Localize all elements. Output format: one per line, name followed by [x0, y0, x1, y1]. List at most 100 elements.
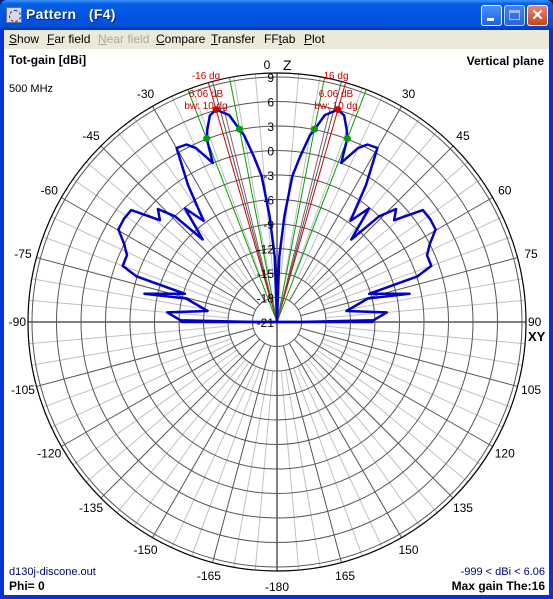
grid-minor-spoke: [254, 370, 274, 571]
ring-label: -21: [257, 316, 275, 330]
grid-minor-spoke: [321, 216, 503, 302]
axis-label-z: Z: [283, 57, 292, 73]
angle-label: 165: [335, 569, 355, 583]
ring-label: -12: [257, 243, 275, 257]
half-power-marker: [236, 125, 244, 133]
axis-label-xy: XY: [528, 329, 546, 344]
grid-minor-spoke: [171, 366, 257, 548]
angle-label: -90: [9, 315, 27, 329]
angle-label: 0: [264, 58, 271, 72]
ring-label: 3: [267, 120, 274, 134]
polar-chart: 03045607590105120135150165-180-165-150-1…: [9, 57, 546, 594]
angle-label: 135: [453, 501, 473, 515]
grid-minor-spoke: [133, 117, 250, 283]
marker-annotation: bw: 10 dg: [314, 101, 357, 112]
grid-minor-spoke: [308, 359, 438, 514]
grid-minor-spoke: [314, 161, 469, 291]
ring-label: 6: [267, 96, 274, 110]
grid-minor-spoke: [321, 342, 503, 428]
grid-minor-spoke: [116, 130, 246, 285]
grid-minor-spoke: [280, 370, 300, 571]
grid-minor-spoke: [325, 325, 526, 345]
pattern-window: Pattern (F4) ✕ Show Far field Near field Co…: [0, 0, 553, 599]
grid-minor-spoke: [304, 117, 421, 283]
angle-label: 120: [495, 447, 515, 461]
menu-transfer[interactable]: Transfer: [211, 32, 255, 46]
phi-label: Phi= 0: [9, 579, 45, 593]
marker-annotation: 16 dg: [323, 71, 348, 82]
angle-label: 105: [521, 383, 541, 397]
quantity-label: Tot-gain [dBi]: [9, 53, 87, 67]
grid-minor-spoke: [308, 130, 438, 285]
angle-label: -165: [197, 569, 221, 583]
marker-annotation: 6.06 dB: [319, 89, 354, 100]
title-bar[interactable]: Pattern (F4) ✕: [0, 0, 553, 30]
maximize-button[interactable]: [504, 5, 525, 26]
grid-minor-spoke: [316, 349, 482, 466]
close-button[interactable]: ✕: [527, 5, 548, 26]
angle-label: 45: [456, 129, 470, 143]
half-power-marker: [203, 135, 211, 143]
file-name: d130j-discone.out: [9, 566, 96, 578]
ring-label: -15: [257, 267, 275, 281]
menu-plot[interactable]: Plot: [304, 32, 325, 46]
angle-label: 30: [402, 87, 416, 101]
angle-label: 60: [498, 184, 512, 198]
grid-minor-spoke: [314, 353, 469, 483]
ring-label: -6: [263, 194, 274, 208]
plot-area[interactable]: 0 30 45 60 75 90 105 120 135 150 165 -180 -165 -150 -1…: [4, 49, 549, 595]
grid-minor-spoke: [85, 161, 240, 291]
angle-label: -75: [14, 247, 32, 261]
max-gain-label: Max gain The:16: [451, 579, 545, 593]
grid-minor-spoke: [72, 349, 238, 466]
grid-minor-spoke: [51, 216, 233, 302]
angle-label: -105: [11, 383, 35, 397]
grid-minor-spoke: [116, 359, 246, 514]
grid-minor-spoke: [133, 361, 250, 527]
ring-label: 9: [267, 71, 274, 85]
gain-range: -999 < dBi < 6.06: [460, 566, 545, 578]
window-frame-right: [549, 30, 553, 599]
angle-label: -180: [265, 580, 289, 594]
angle-label: -120: [37, 447, 61, 461]
app-icon[interactable]: [6, 7, 22, 23]
grid-minor-spoke: [51, 342, 233, 428]
menu-near-field[interactable]: Near field: [98, 32, 149, 46]
angle-label: -30: [137, 87, 155, 101]
ring-label: -9: [263, 218, 274, 232]
menu-bar: Show Far field Near field Compare Transfer FF…: [4, 30, 549, 49]
angle-label: -60: [41, 184, 59, 198]
grid-minor-spoke: [316, 178, 482, 295]
angle-label: -150: [133, 543, 157, 557]
angle-label: 90: [528, 315, 542, 329]
close-icon: ✕: [531, 7, 544, 24]
grid-minor-spoke: [280, 73, 300, 274]
grid-minor-spoke: [325, 299, 526, 319]
ring-label: -3: [263, 169, 274, 183]
frequency-label: 500 MHz: [9, 83, 54, 95]
angle-label: -45: [82, 129, 100, 143]
grid-minor-spoke: [72, 178, 238, 295]
menu-compare[interactable]: Compare: [156, 32, 205, 46]
grid-minor-spoke: [28, 325, 229, 345]
minimize-button[interactable]: [481, 5, 502, 26]
marker-annotation: -16 dg: [192, 71, 220, 82]
ring-label: -18: [257, 292, 275, 306]
angle-label: 75: [524, 247, 538, 261]
angle-label: 150: [398, 543, 418, 557]
grid-minor-spoke: [304, 361, 421, 527]
ring-label: 0: [267, 145, 274, 159]
menu-show[interactable]: Show: [9, 32, 39, 46]
marker-annotation: 6.06 dB: [189, 89, 224, 100]
marker-annotation: bw: 10 dg: [184, 101, 227, 112]
grid-minor-spoke: [297, 366, 383, 548]
angle-label: -135: [79, 501, 103, 515]
plane-label: Vertical plane: [466, 54, 544, 68]
window-frame-bottom: [0, 595, 553, 599]
grid-minor-spoke: [28, 299, 229, 319]
half-power-marker: [343, 135, 351, 143]
grid-minor-spoke: [85, 353, 240, 483]
menu-fftab[interactable]: FFtab: [264, 32, 295, 46]
window-title: Pattern (F4): [26, 6, 116, 22]
menu-far-field[interactable]: Far field: [47, 32, 90, 46]
